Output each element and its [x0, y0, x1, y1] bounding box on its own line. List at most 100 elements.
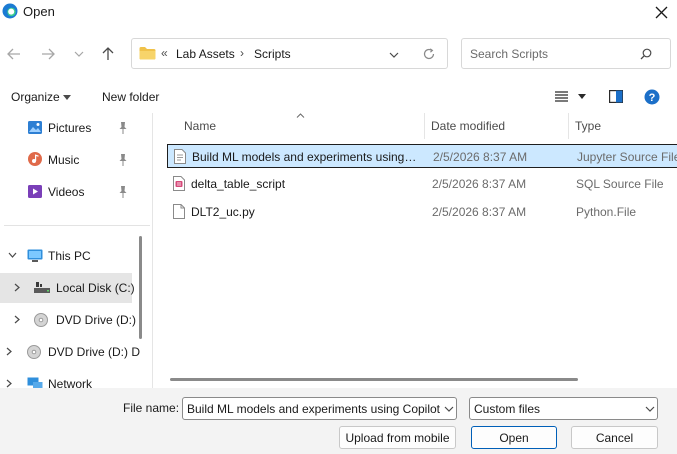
window-title: Open: [23, 4, 55, 19]
view-list-icon[interactable]: [555, 91, 568, 102]
pin-icon: [119, 154, 127, 166]
nav-item-this-pc[interactable]: This PC: [0, 241, 132, 271]
dvd-icon: [34, 313, 48, 327]
nav-item-pictures[interactable]: Pictures: [0, 113, 132, 143]
file-type-select[interactable]: Custom files: [469, 397, 658, 420]
navigation-scrollbar[interactable]: [139, 236, 142, 339]
file-list: Name Date modified Type Build ML models …: [152, 113, 677, 388]
notebook-file-icon: [174, 149, 186, 164]
nav-item-label: Videos: [48, 185, 85, 199]
open-button[interactable]: Open: [471, 426, 557, 449]
organize-button[interactable]: Organize: [11, 90, 60, 104]
nav-item-music[interactable]: Music: [0, 145, 132, 175]
breadcrumb-scripts[interactable]: Scripts: [254, 47, 291, 61]
nav-item-label: This PC: [48, 249, 91, 263]
search-placeholder: Search Scripts: [470, 47, 549, 61]
upload-from-mobile-button[interactable]: Upload from mobile: [339, 426, 456, 449]
close-icon: [655, 6, 667, 18]
pin-icon: [119, 186, 127, 198]
chevron-down-icon[interactable]: [444, 406, 454, 412]
pin-icon: [119, 122, 127, 134]
horizontal-scrollbar[interactable]: [170, 378, 578, 381]
arrow-up-icon: [102, 47, 114, 60]
file-date: 2/5/2026 8:37 AM: [432, 205, 527, 219]
preview-pane-icon[interactable]: [609, 90, 623, 103]
file-type: Jupyter Source File: [577, 150, 677, 164]
dvd-icon: [27, 345, 41, 359]
file-type-value: Custom files: [474, 402, 541, 416]
file-date: 2/5/2026 8:37 AM: [433, 150, 528, 164]
refresh-icon[interactable]: [423, 48, 435, 60]
up-button[interactable]: [96, 42, 120, 66]
arrow-left-icon: [7, 48, 20, 60]
new-folder-button[interactable]: New folder: [102, 90, 159, 104]
chevron-down-icon[interactable]: [389, 52, 399, 58]
file-name: delta_table_script: [191, 177, 286, 191]
title-bar: [0, 0, 677, 24]
sort-ascending-icon: [296, 113, 305, 118]
svg-text:?: ?: [649, 92, 656, 104]
file-row[interactable]: delta_table_script 2/5/2026 8:37 AM SQL …: [167, 172, 677, 196]
network-icon: [27, 377, 43, 388]
file-name-value: Build ML models and experiments using Co…: [187, 402, 440, 416]
file-name-input[interactable]: Build ML models and experiments using Co…: [182, 397, 457, 420]
nav-item-local-disk[interactable]: Local Disk (C:): [0, 273, 135, 303]
nav-item-label: Network: [48, 377, 93, 388]
nav-item-dvd-drive-2[interactable]: DVD Drive (D:) D: [0, 337, 140, 367]
pictures-icon: [28, 121, 42, 134]
nav-item-videos[interactable]: Videos: [0, 177, 132, 207]
nav-item-label: Pictures: [48, 121, 92, 135]
column-separator[interactable]: [568, 113, 569, 139]
caret-down-icon[interactable]: [578, 94, 586, 99]
file-name: Build ML models and experiments using ..…: [192, 150, 417, 164]
folder-icon: [139, 47, 156, 60]
chevron-right-icon[interactable]: [14, 315, 20, 324]
sql-file-icon: [173, 176, 185, 191]
breadcrumb-overflow[interactable]: «: [161, 46, 168, 60]
forward-button[interactable]: [36, 42, 60, 66]
chevron-down-icon: [645, 406, 655, 412]
file-type: SQL Source File: [576, 177, 664, 191]
edge-app-icon: [2, 3, 18, 19]
breadcrumb-separator: ›: [240, 46, 244, 60]
chevron-right-icon[interactable]: [6, 347, 12, 356]
file-name-label: File name:: [123, 401, 180, 415]
chevron-down-icon: [74, 51, 84, 57]
nav-item-network[interactable]: Network: [0, 369, 132, 388]
disk-icon: [34, 282, 50, 293]
videos-icon: [28, 185, 42, 198]
help-icon[interactable]: ?: [644, 89, 660, 105]
nav-item-label: Local Disk (C:): [56, 281, 135, 295]
column-header-name[interactable]: Name: [184, 119, 216, 133]
chevron-right-icon[interactable]: [14, 283, 20, 292]
python-file-icon: [173, 204, 185, 219]
music-icon: [28, 152, 42, 166]
column-separator[interactable]: [424, 113, 425, 139]
search-input[interactable]: Search Scripts: [461, 38, 671, 69]
column-header-type[interactable]: Type: [575, 119, 601, 133]
nav-item-label: DVD Drive (D:): [56, 313, 136, 327]
file-row[interactable]: Build ML models and experiments using ..…: [167, 144, 677, 168]
chevron-right-icon[interactable]: [6, 379, 12, 388]
pc-icon: [27, 249, 43, 262]
file-type: Python.File: [576, 205, 637, 219]
file-name: DLT2_uc.py: [191, 205, 255, 219]
chevron-down-icon[interactable]: [8, 252, 17, 258]
close-button[interactable]: [646, 0, 676, 24]
file-row[interactable]: DLT2_uc.py 2/5/2026 8:37 AM Python.File: [167, 200, 677, 224]
nav-item-label: DVD Drive (D:) D: [48, 345, 140, 359]
navigation-pane: Pictures Music Videos This PC Local Disk…: [0, 113, 144, 388]
column-header-date[interactable]: Date modified: [431, 119, 505, 133]
arrow-right-icon: [42, 48, 55, 60]
file-date: 2/5/2026 8:37 AM: [432, 177, 527, 191]
search-icon: [640, 48, 652, 60]
recent-locations-button[interactable]: [67, 42, 91, 66]
nav-item-label: Music: [48, 153, 80, 167]
address-bar[interactable]: « Lab Assets › Scripts: [131, 38, 448, 69]
back-button[interactable]: [2, 42, 26, 66]
nav-divider: [4, 225, 150, 226]
nav-item-dvd-drive[interactable]: DVD Drive (D:): [0, 305, 136, 335]
caret-down-icon[interactable]: [63, 95, 71, 100]
breadcrumb-lab-assets[interactable]: Lab Assets: [176, 47, 235, 61]
cancel-button[interactable]: Cancel: [571, 426, 658, 449]
